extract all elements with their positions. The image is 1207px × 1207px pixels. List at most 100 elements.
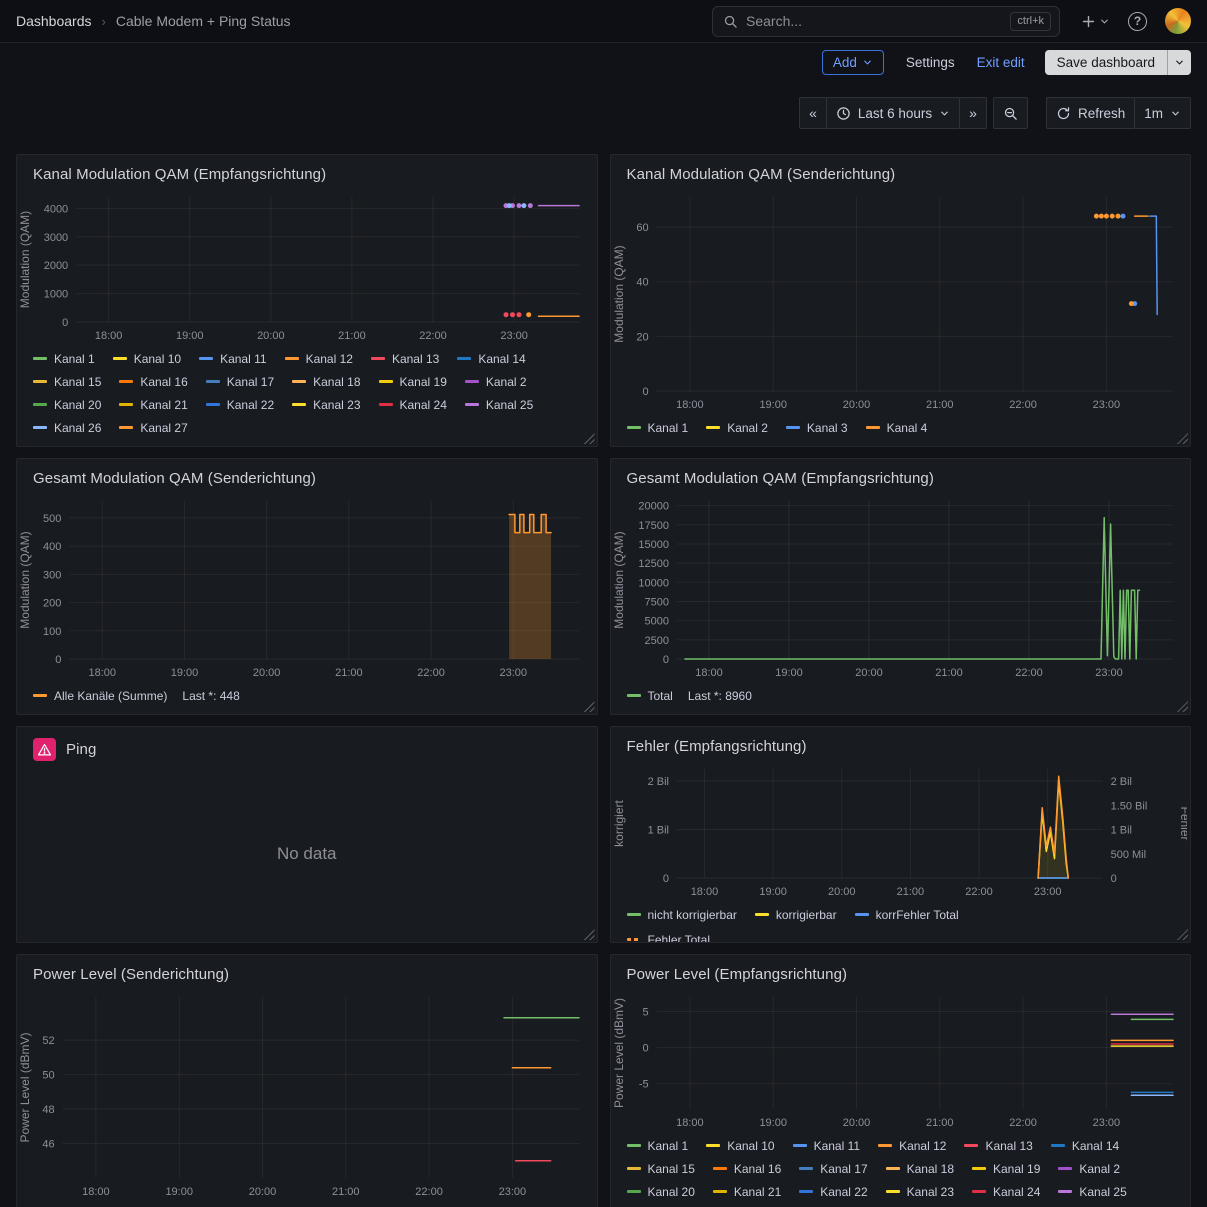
legend-item[interactable]: Kanal 1 <box>627 1135 689 1156</box>
legend-item[interactable]: Kanal 12 <box>285 348 353 369</box>
time-shift-forward-button[interactable]: » <box>959 97 987 129</box>
svg-text:korrigiert: korrigiert <box>612 800 626 847</box>
legend-item[interactable]: TotalLast *: 8960 <box>627 685 752 706</box>
chart-canvas[interactable]: 010020030040050018:0019:0020:0021:0022:0… <box>17 491 593 683</box>
settings-button[interactable]: Settings <box>904 51 957 74</box>
panel-title: Fehler (Empfangsrichtung) <box>627 738 807 755</box>
legend-item[interactable]: Kanal 23 <box>292 394 360 415</box>
legend-item[interactable]: Kanal 24 <box>379 394 447 415</box>
chart-canvas[interactable]: -50518:0019:0020:0021:0022:0023:00Power … <box>611 987 1187 1133</box>
legend-item[interactable]: Kanal 13 <box>371 348 439 369</box>
legend-item[interactable]: Kanal 2 <box>1058 1158 1120 1179</box>
panel-header[interactable]: Fehler (Empfangsrichtung) <box>611 727 1191 759</box>
chart-canvas[interactable]: 020406018:0019:0020:0021:0022:0023:00Mod… <box>611 187 1187 415</box>
time-range-button[interactable]: Last 6 hours <box>826 97 960 129</box>
legend-item[interactable]: Kanal 22 <box>206 394 274 415</box>
legend-item[interactable]: Kanal 11 <box>793 1135 860 1156</box>
legend-item[interactable]: Kanal 1 <box>33 348 95 369</box>
legend-item[interactable]: Kanal 25 <box>1058 1181 1126 1202</box>
legend-series-marker <box>627 1144 641 1147</box>
legend-item[interactable]: Kanal 26 <box>33 417 101 438</box>
legend-item[interactable]: Kanal 1 <box>627 417 689 438</box>
zoom-out-button[interactable] <box>993 97 1028 129</box>
legend-series-marker <box>33 357 47 360</box>
panel-alert-icon[interactable] <box>33 738 56 761</box>
legend-item[interactable]: Kanal 2 <box>465 371 527 392</box>
chart-canvas[interactable]: 0250050007500100001250015000175002000018… <box>611 491 1187 683</box>
help-button[interactable]: ? <box>1122 8 1153 35</box>
exit-edit-link[interactable]: Exit edit <box>977 55 1025 70</box>
panel-header[interactable]: Kanal Modulation QAM (Senderichtung) <box>611 155 1191 187</box>
edit-toolbar: Add Settings Exit edit Save dashboard <box>0 43 1207 81</box>
legend-item[interactable]: Kanal 14 <box>457 348 525 369</box>
legend-item[interactable]: Kanal 20 <box>33 394 101 415</box>
legend-item[interactable]: Kanal 27 <box>119 417 187 438</box>
double-chevron-right-icon: » <box>969 105 977 121</box>
search-box[interactable]: ctrl+k <box>712 6 1060 37</box>
new-button[interactable] <box>1074 9 1116 34</box>
legend-item[interactable]: Kanal 18 <box>292 371 360 392</box>
legend-series-marker <box>206 380 220 383</box>
svg-text:1 Bil: 1 Bil <box>1110 825 1131 837</box>
svg-text:22:00: 22:00 <box>415 1186 443 1198</box>
legend-item[interactable]: Kanal 24 <box>972 1181 1040 1202</box>
legend-item[interactable]: nicht korrigierbar <box>627 904 737 925</box>
legend-item[interactable]: Kanal 4 <box>866 417 928 438</box>
legend-series-label: Kanal 13 <box>985 1139 1032 1153</box>
legend-item[interactable]: Kanal 11 <box>199 348 266 369</box>
chart-canvas[interactable]: 4648505218:0019:0020:0021:0022:0023:00Po… <box>17 987 593 1202</box>
breadcrumb-dashboards[interactable]: Dashboards <box>16 13 92 29</box>
panel-header[interactable]: Gesamt Modulation QAM (Senderichtung) <box>17 459 597 491</box>
legend-item[interactable]: Kanal 25 <box>465 394 533 415</box>
legend-item[interactable]: Kanal 16 <box>713 1158 781 1179</box>
panel-header[interactable]: Gesamt Modulation QAM (Empfangsrichtung) <box>611 459 1191 491</box>
time-shift-back-button[interactable]: « <box>799 97 827 129</box>
legend-item[interactable]: korrigierbar <box>755 904 837 925</box>
refresh-interval-label: 1m <box>1144 106 1163 121</box>
legend-item[interactable]: Kanal 15 <box>33 371 101 392</box>
legend-item[interactable]: Kanal 17 <box>206 371 274 392</box>
refresh-interval-button[interactable]: 1m <box>1134 97 1191 129</box>
legend-item[interactable]: Kanal 15 <box>627 1158 695 1179</box>
save-dashboard-button[interactable]: Save dashboard <box>1045 50 1167 75</box>
legend-item[interactable]: Fehler Total <box>627 929 710 942</box>
chart-canvas[interactable]: 0100020003000400018:0019:0020:0021:0022:… <box>17 187 593 346</box>
save-dashboard-caret-button[interactable] <box>1167 50 1191 75</box>
legend-item[interactable]: Kanal 2 <box>706 417 768 438</box>
legend-item[interactable]: Kanal 16 <box>119 371 187 392</box>
legend-item[interactable]: Kanal 19 <box>972 1158 1040 1179</box>
legend-item[interactable]: Kanal 22 <box>799 1181 867 1202</box>
legend-series-label: Kanal 1 <box>54 352 95 366</box>
svg-text:20:00: 20:00 <box>842 1117 870 1129</box>
dashboard-grid: Kanal Modulation QAM (Empfangsrichtung) … <box>16 154 1191 1207</box>
legend-item[interactable]: Kanal 14 <box>1051 1135 1119 1156</box>
legend-item[interactable]: Kanal 10 <box>706 1135 774 1156</box>
legend-item[interactable]: korrFehler Total <box>855 904 959 925</box>
legend-item[interactable]: Kanal 21 <box>119 394 187 415</box>
legend-item[interactable]: Kanal 12 <box>878 1135 946 1156</box>
avatar[interactable] <box>1165 8 1191 34</box>
legend-series-marker <box>866 426 880 429</box>
legend-item[interactable]: Kanal 10 <box>113 348 181 369</box>
legend-item[interactable]: Kanal 13 <box>964 1135 1032 1156</box>
legend-item[interactable]: Kanal 19 <box>379 371 447 392</box>
legend-item[interactable]: Kanal 21 <box>713 1181 781 1202</box>
chart-canvas[interactable]: 01 Bil2 Bil18:0019:0020:0021:0022:0023:0… <box>611 759 1187 902</box>
legend-item[interactable]: Kanal 20 <box>627 1181 695 1202</box>
legend-item[interactable]: Kanal 18 <box>886 1158 954 1179</box>
legend-series-marker <box>33 403 47 406</box>
panel-header[interactable]: Power Level (Senderichtung) <box>17 955 597 987</box>
add-button[interactable]: Add <box>822 50 884 75</box>
legend-series-marker <box>33 380 47 383</box>
panel-header[interactable]: Ping <box>17 727 597 765</box>
panel-header[interactable]: Kanal Modulation QAM (Empfangsrichtung) <box>17 155 597 187</box>
legend-item[interactable]: Alle Kanäle (Summe)Last *: 448 <box>33 685 240 706</box>
chevron-down-icon <box>1099 16 1110 27</box>
refresh-button[interactable]: Refresh <box>1046 97 1135 129</box>
panel-header[interactable]: Power Level (Empfangsrichtung) <box>611 955 1191 987</box>
legend-item[interactable]: Kanal 17 <box>799 1158 867 1179</box>
legend-item[interactable]: Kanal 3 <box>786 417 848 438</box>
search-input[interactable] <box>746 13 1002 29</box>
legend-series-marker <box>1058 1167 1072 1170</box>
legend-item[interactable]: Kanal 23 <box>886 1181 954 1202</box>
